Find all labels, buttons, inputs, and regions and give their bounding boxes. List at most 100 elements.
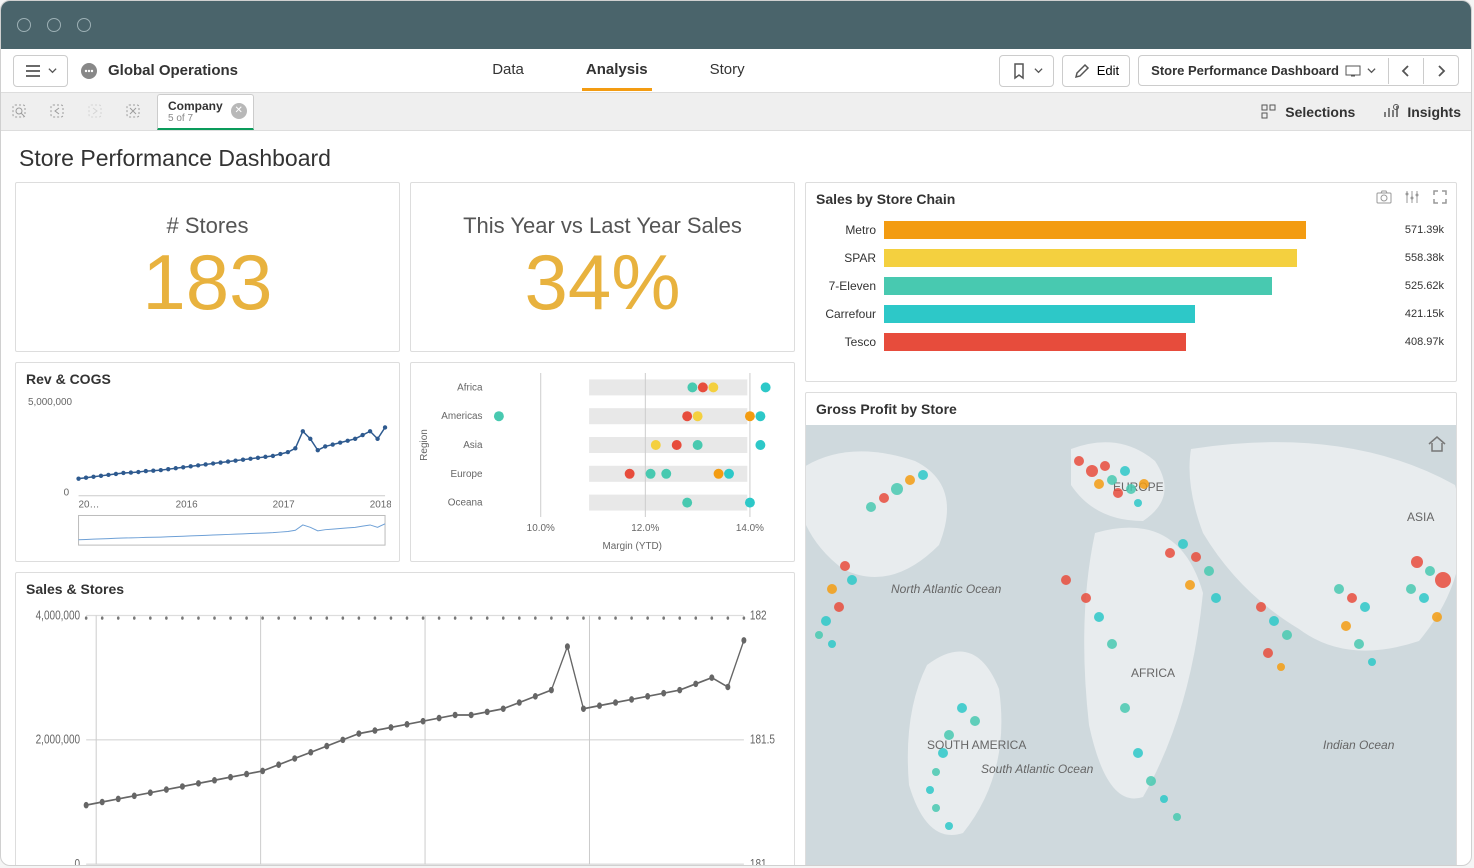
map-bubble[interactable]: [1133, 748, 1143, 758]
map-bubble[interactable]: [1419, 593, 1429, 603]
gross-profit-map[interactable]: Gross Profit by Store North Atlantic Oce…: [805, 392, 1457, 866]
close-icon[interactable]: ✕: [231, 103, 247, 119]
bar-row[interactable]: Tesco 408.97k: [806, 329, 1444, 355]
svg-text:2017: 2017: [273, 500, 295, 511]
map-bubble[interactable]: [1120, 466, 1130, 476]
map-bubble[interactable]: [932, 804, 940, 812]
map-bubble[interactable]: [1277, 663, 1285, 671]
kpi-value: 183: [142, 243, 272, 321]
kpi-value: 34%: [524, 243, 680, 321]
map-canvas[interactable]: North Atlantic Ocean SOUTH AMERICA South…: [806, 425, 1456, 866]
window-dot[interactable]: [47, 18, 61, 32]
clear-selections-icon[interactable]: [125, 103, 143, 121]
home-icon[interactable]: [1426, 433, 1448, 455]
map-bubble[interactable]: [1100, 461, 1110, 471]
map-bubble[interactable]: [1173, 813, 1181, 821]
map-bubble[interactable]: [1185, 580, 1195, 590]
map-bubble[interactable]: [879, 493, 889, 503]
map-bubble[interactable]: [1120, 703, 1130, 713]
menu-button[interactable]: [13, 55, 68, 87]
map-bubble[interactable]: [1368, 658, 1376, 666]
sales-stores-chart[interactable]: Sales & Stores 02,000,0004,000,000181181…: [15, 572, 795, 866]
bar-row[interactable]: Metro 571.39k: [806, 217, 1444, 243]
map-bubble[interactable]: [932, 768, 940, 776]
chevron-down-icon: [48, 66, 57, 75]
map-bubble[interactable]: [957, 703, 967, 713]
map-bubble[interactable]: [1178, 539, 1188, 549]
map-bubble[interactable]: [1341, 621, 1351, 631]
map-bubble[interactable]: [1406, 584, 1416, 594]
margin-chart[interactable]: RegionAfricaAmericasAsiaEuropeOceana10.0…: [410, 362, 795, 562]
map-bubble[interactable]: [815, 631, 823, 639]
sheet-selector[interactable]: Store Performance Dashboard: [1139, 56, 1388, 85]
map-bubble[interactable]: [938, 748, 948, 758]
next-sheet-button[interactable]: [1423, 58, 1458, 84]
exploration-icon[interactable]: [1404, 189, 1420, 205]
map-bubble[interactable]: [891, 483, 903, 495]
map-bubble[interactable]: [847, 575, 857, 585]
map-bubble[interactable]: [1425, 566, 1435, 576]
map-bubble[interactable]: [1204, 566, 1214, 576]
nav-tab-data[interactable]: Data: [488, 51, 528, 91]
map-bubble[interactable]: [1086, 465, 1098, 477]
bar-row[interactable]: SPAR 558.38k: [806, 245, 1444, 271]
map-bubble[interactable]: [1282, 630, 1292, 640]
svg-text:Indian Ocean: Indian Ocean: [1323, 738, 1395, 752]
map-bubble[interactable]: [1160, 795, 1168, 803]
nav-tab-story[interactable]: Story: [706, 51, 749, 91]
map-bubble[interactable]: [1061, 575, 1071, 585]
map-bubble[interactable]: [834, 602, 844, 612]
snapshot-icon[interactable]: [1376, 189, 1392, 205]
map-bubble[interactable]: [1432, 612, 1442, 622]
edit-button[interactable]: Edit: [1062, 55, 1130, 87]
rev-cogs-chart[interactable]: Rev & COGS 5,000,000020…201620172018: [15, 362, 400, 562]
prev-sheet-button[interactable]: [1388, 58, 1423, 84]
map-bubble[interactable]: [1094, 479, 1104, 489]
app-icon: [80, 62, 98, 80]
map-bubble[interactable]: [1126, 484, 1136, 494]
sales-by-chain-chart[interactable]: Sales by Store Chain Metro 571.39kSPAR 5…: [805, 182, 1457, 382]
step-forward-icon[interactable]: [87, 103, 105, 121]
bar-value: 558.38k: [1405, 252, 1444, 264]
app-title: Global Operations: [108, 62, 238, 79]
map-bubble[interactable]: [1146, 776, 1156, 786]
map-bubble[interactable]: [926, 786, 934, 794]
map-bubble[interactable]: [1411, 556, 1423, 568]
bookmark-button[interactable]: [999, 55, 1054, 87]
smart-search-icon[interactable]: [11, 103, 29, 121]
map-bubble[interactable]: [1263, 648, 1273, 658]
top-toolbar: Global Operations Data Analysis Story Ed…: [1, 49, 1471, 93]
step-back-icon[interactable]: [49, 103, 67, 121]
map-bubble[interactable]: [828, 640, 836, 648]
map-bubble[interactable]: [821, 616, 831, 626]
selection-tab[interactable]: Company 5 of 7 ✕: [157, 94, 254, 130]
selections-tool-button[interactable]: Selections: [1261, 104, 1355, 120]
page-title: Store Performance Dashboard: [19, 145, 1457, 172]
map-bubble[interactable]: [905, 475, 915, 485]
bar-row[interactable]: 7-Eleven 525.62k: [806, 273, 1444, 299]
window-dot[interactable]: [17, 18, 31, 32]
map-bubble[interactable]: [1094, 612, 1104, 622]
map-bubble[interactable]: [1107, 475, 1117, 485]
svg-text:2,000,000: 2,000,000: [36, 733, 81, 748]
bar-row[interactable]: Carrefour 421.15k: [806, 301, 1444, 327]
insights-button[interactable]: Insights: [1383, 104, 1461, 120]
map-bubble[interactable]: [1165, 548, 1175, 558]
map-bubble[interactable]: [1211, 593, 1221, 603]
svg-text:2018: 2018: [370, 500, 391, 511]
kpi-yoy-sales[interactable]: This Year vs Last Year Sales 34%: [410, 182, 795, 352]
kpi-stores[interactable]: # Stores 183: [15, 182, 400, 352]
svg-text:14.0%: 14.0%: [736, 523, 764, 534]
map-bubble[interactable]: [1107, 639, 1117, 649]
fullscreen-icon[interactable]: [1432, 189, 1448, 205]
sheet-name: Store Performance Dashboard: [1151, 63, 1339, 78]
window-dot[interactable]: [77, 18, 91, 32]
nav-tab-analysis[interactable]: Analysis: [582, 51, 652, 91]
map-bubble[interactable]: [1081, 593, 1091, 603]
bar-value: 571.39k: [1405, 224, 1444, 236]
map-bubble[interactable]: [1435, 572, 1451, 588]
bar-category: Carrefour: [806, 307, 884, 321]
map-bubble[interactable]: [1134, 499, 1142, 507]
map-bubble[interactable]: [1354, 639, 1364, 649]
bar-value: 408.97k: [1405, 336, 1444, 348]
